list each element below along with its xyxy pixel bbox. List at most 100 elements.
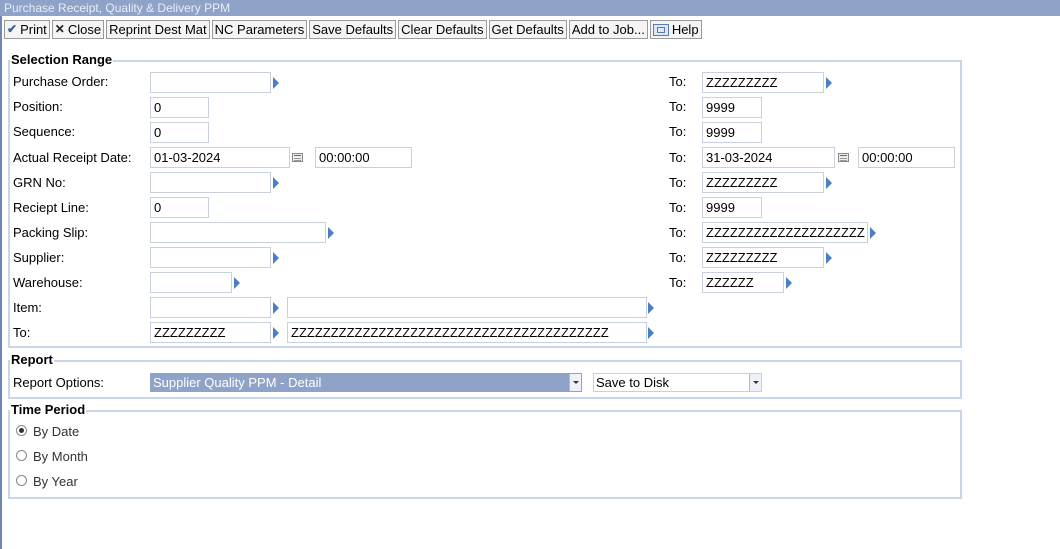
item-code-from-input[interactable] — [150, 297, 271, 318]
nc-parameters-button[interactable]: NC Parameters — [211, 20, 308, 39]
packing-slip-from-zoom-icon[interactable] — [328, 227, 334, 239]
item-desc-from-input[interactable] — [287, 297, 647, 318]
item-code-to-input[interactable]: ZZZZZZZZZ — [150, 322, 271, 343]
item-code-to-zoom-icon[interactable] — [273, 327, 279, 339]
by-date-radio[interactable] — [16, 425, 27, 436]
supplier-from-zoom-icon[interactable] — [273, 252, 279, 264]
print-button[interactable]: ✔ Print — [4, 20, 50, 39]
position-to-input[interactable]: 9999 — [702, 97, 762, 118]
close-button[interactable]: ✕ Close — [51, 20, 105, 39]
receipt-line-from-input[interactable]: 0 — [150, 197, 209, 218]
packing-slip-from-input[interactable] — [150, 222, 326, 243]
selection-range-title: Selection Range — [10, 52, 114, 67]
chevron-down-icon[interactable] — [569, 374, 581, 391]
item-to-label: To: — [13, 325, 31, 340]
window-left-border — [0, 16, 2, 549]
report-options-select[interactable]: Supplier Quality PPM - Detail — [150, 373, 582, 392]
purchase-order-from-input[interactable] — [150, 72, 271, 93]
supplier-to-zoom-icon[interactable] — [826, 252, 832, 264]
supplier-to-input[interactable]: ZZZZZZZZZ — [702, 247, 824, 268]
packing-slip-to-zoom-icon[interactable] — [870, 227, 876, 239]
get-defaults-label: Get Defaults — [491, 22, 564, 37]
calendar-icon[interactable] — [292, 153, 303, 162]
help-label: Help — [671, 22, 699, 37]
receipt-date-from-input[interactable]: 01-03-2024 — [150, 147, 290, 168]
receipt-date-to-label: To: — [669, 150, 687, 165]
purchase-order-to-zoom-icon[interactable] — [826, 77, 832, 89]
report-output-value: Save to Disk — [596, 375, 669, 390]
supplier-label: Supplier: — [13, 250, 65, 265]
x-icon: ✕ — [54, 22, 65, 36]
save-defaults-label: Save Defaults — [312, 22, 394, 37]
purchase-order-to-label: To: — [669, 74, 687, 89]
reprint-label: Reprint Dest Mat — [109, 22, 207, 37]
reprint-dest-mat-button[interactable]: Reprint Dest Mat — [106, 20, 210, 39]
add-to-job-label: Add to Job... — [571, 22, 645, 37]
time-period-title: Time Period — [10, 402, 87, 417]
warehouse-to-input[interactable]: ZZZZZZ — [702, 272, 784, 293]
by-month-label: By Month — [33, 449, 88, 464]
grn-no-to-zoom-icon[interactable] — [826, 177, 832, 189]
close-label: Close — [67, 22, 102, 37]
sequence-label: Sequence: — [13, 124, 76, 139]
item-desc-to-zoom-icon[interactable] — [648, 327, 654, 339]
report-title: Report — [10, 352, 54, 367]
sequence-from-input[interactable]: 0 — [150, 122, 209, 143]
packing-slip-to-input[interactable]: ZZZZZZZZZZZZZZZZZZZZ — [702, 222, 868, 243]
clear-defaults-button[interactable]: Clear Defaults — [398, 20, 487, 39]
actual-receipt-date-label: Actual Receipt Date: — [13, 150, 132, 165]
clear-defaults-label: Clear Defaults — [401, 22, 484, 37]
warehouse-to-zoom-icon[interactable] — [786, 277, 792, 289]
warehouse-from-zoom-icon[interactable] — [234, 277, 240, 289]
window-title: Purchase Receipt, Quality & Delivery PPM — [0, 0, 1060, 16]
report-options-value: Supplier Quality PPM - Detail — [153, 375, 322, 390]
item-desc-to-input[interactable]: ZZZZZZZZZZZZZZZZZZZZZZZZZZZZZZZZZZZZZZZZ — [287, 322, 647, 343]
sequence-to-input[interactable]: 9999 — [702, 122, 762, 143]
grn-no-to-label: To: — [669, 175, 687, 190]
grn-no-label: GRN No: — [13, 175, 66, 190]
position-to-label: To: — [669, 99, 687, 114]
toolbar: ✔ Print ✕ Close Reprint Dest Mat NC Parame… — [4, 20, 702, 40]
grn-no-to-input[interactable]: ZZZZZZZZZ — [702, 172, 824, 193]
receipt-time-to-input[interactable]: 00:00:00 — [858, 147, 955, 168]
warehouse-label: Warehouse: — [13, 275, 83, 290]
receipt-time-from-input[interactable]: 00:00:00 — [315, 147, 412, 168]
grn-no-from-zoom-icon[interactable] — [273, 177, 279, 189]
report-output-select[interactable]: Save to Disk — [593, 373, 762, 392]
receipt-date-to-input[interactable]: 31-03-2024 — [702, 147, 835, 168]
item-label: Item: — [13, 300, 42, 315]
packing-slip-label: Packing Slip: — [13, 225, 89, 240]
position-from-input[interactable]: 0 — [150, 97, 209, 118]
receipt-line-label: Reciept Line: — [13, 200, 89, 215]
receipt-line-to-label: To: — [669, 200, 687, 215]
item-code-from-zoom-icon[interactable] — [273, 302, 279, 314]
time-period-group — [8, 410, 962, 499]
report-options-label: Report Options: — [13, 375, 105, 390]
nc-parameters-label: NC Parameters — [214, 22, 305, 37]
by-year-label: By Year — [33, 474, 78, 489]
packing-slip-to-label: To: — [669, 225, 687, 240]
help-button[interactable]: Help — [649, 20, 702, 39]
warehouse-from-input[interactable] — [150, 272, 232, 293]
chevron-down-icon[interactable] — [749, 374, 761, 391]
purchase-order-to-input[interactable]: ZZZZZZZZZ — [702, 72, 824, 93]
purchase-order-label: Purchase Order: — [13, 74, 109, 89]
check-icon: ✔ — [7, 22, 18, 36]
position-label: Position: — [13, 99, 63, 114]
print-label: Print — [20, 22, 47, 37]
sequence-to-label: To: — [669, 124, 687, 139]
calendar-icon[interactable] — [838, 153, 849, 162]
help-icon — [652, 23, 669, 36]
grn-no-from-input[interactable] — [150, 172, 271, 193]
save-defaults-button[interactable]: Save Defaults — [309, 20, 397, 39]
supplier-from-input[interactable] — [150, 247, 271, 268]
receipt-line-to-input[interactable]: 9999 — [702, 197, 762, 218]
purchase-order-from-zoom-icon[interactable] — [273, 77, 279, 89]
add-to-job-button[interactable]: Add to Job... — [568, 20, 648, 39]
item-desc-from-zoom-icon[interactable] — [648, 302, 654, 314]
supplier-to-label: To: — [669, 250, 687, 265]
get-defaults-button[interactable]: Get Defaults — [488, 20, 567, 39]
by-month-radio[interactable] — [16, 450, 27, 461]
by-year-radio[interactable] — [16, 475, 27, 486]
by-date-label: By Date — [33, 424, 80, 439]
